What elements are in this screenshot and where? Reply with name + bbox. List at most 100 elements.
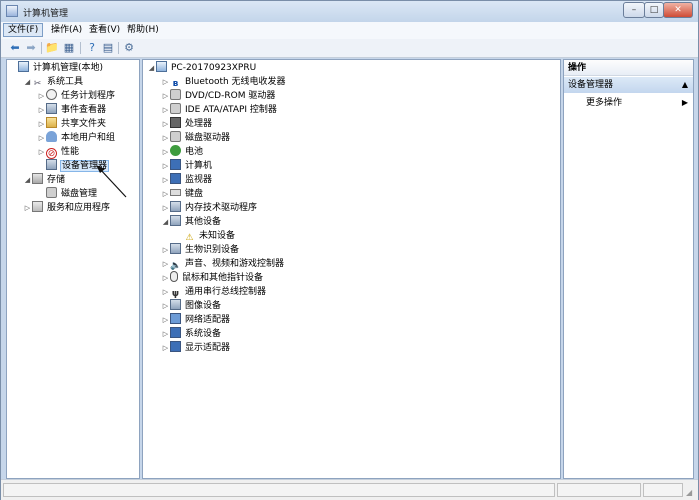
expander-icon[interactable]: ▷ [161, 159, 170, 173]
menu-file[interactable]: 文件(F) [3, 23, 44, 37]
storage-icon [32, 173, 43, 184]
up-folder-button[interactable]: 📁 [45, 41, 59, 55]
device-system[interactable]: ▷ 系统设备 [161, 327, 222, 341]
expander-icon[interactable]: ▷ [161, 243, 170, 257]
help-button[interactable]: ? [85, 41, 99, 55]
menu-help[interactable]: 帮助(H) [123, 23, 163, 37]
expander-icon[interactable]: ▷ [161, 173, 170, 187]
status-cell-main [3, 483, 555, 497]
expander-icon[interactable]: ▷ [161, 75, 170, 89]
device-dvd[interactable]: ▷ DVD/CD-ROM 驱动器 [161, 89, 276, 103]
maximize-button[interactable]: □ [644, 2, 664, 18]
toolbar-separator-1 [41, 42, 42, 54]
expander-icon[interactable]: ▷ [161, 327, 170, 341]
expander-icon[interactable]: ▷ [161, 145, 170, 159]
display-adapter-icon [170, 341, 181, 352]
expander-icon[interactable]: ◢ [23, 173, 32, 187]
actions-section-device-manager[interactable]: 设备管理器 ▲ [564, 77, 693, 93]
device-root[interactable]: ◢ PC-20170923XPRU [147, 61, 257, 75]
device-keyboard[interactable]: ▷ 键盘 [161, 187, 204, 201]
expander-icon[interactable]: ▷ [161, 103, 170, 117]
minimize-button[interactable]: – [623, 2, 645, 18]
device-memory-tech[interactable]: ▷ 内存技术驱动程序 [161, 201, 258, 215]
tree-disk-management[interactable]: 磁盘管理 [37, 187, 98, 201]
device-disk-drive[interactable]: ▷ 磁盘驱动器 [161, 131, 231, 145]
expander-icon[interactable]: ◢ [161, 215, 170, 229]
tree-services-apps[interactable]: ▷ 服务和应用程序 [23, 201, 111, 215]
back-button[interactable]: ⬅ [8, 41, 22, 55]
expander-icon[interactable]: ▷ [161, 117, 170, 131]
computer-icon [156, 61, 167, 72]
expander-icon[interactable]: ▷ [37, 131, 46, 145]
device-usb[interactable]: ▷ ψ 通用串行总线控制器 [161, 285, 267, 299]
device-item-label: PC-20170923XPRU [171, 63, 257, 73]
expander-icon[interactable]: ▷ [37, 89, 46, 103]
expander-icon[interactable]: ▷ [37, 145, 46, 159]
title-bar[interactable]: 计算机管理 – □ ✕ [1, 1, 698, 22]
processor-icon [170, 117, 181, 128]
menu-view[interactable]: 查看(V) [85, 23, 124, 37]
device-display[interactable]: ▷ 显示适配器 [161, 341, 231, 355]
properties-button[interactable]: ▤ [101, 41, 115, 55]
tree-computer-management[interactable]: 计算机管理(本地) [9, 61, 104, 75]
shared-folder-icon [46, 117, 57, 128]
console-tree-icon: ▦ [63, 41, 75, 54]
menu-action[interactable]: 操作(A) [47, 23, 86, 37]
expander-icon[interactable]: ▷ [37, 117, 46, 131]
device-processor[interactable]: ▷ 处理器 [161, 117, 213, 131]
tree-performance[interactable]: ▷ ⊘ 性能 [37, 145, 80, 159]
tree-item-label: 共享文件夹 [61, 119, 107, 129]
tree-shared-folders[interactable]: ▷ 共享文件夹 [37, 117, 107, 131]
device-item-label: 其他设备 [185, 217, 222, 227]
tree-event-viewer[interactable]: ▷ 事件查看器 [37, 103, 107, 117]
tree-storage[interactable]: ◢ 存储 [23, 173, 66, 187]
device-computer[interactable]: ▷ 计算机 [161, 159, 213, 173]
device-network[interactable]: ▷ 网络适配器 [161, 313, 231, 327]
device-bluetooth[interactable]: ▷ ʙ Bluetooth 无线电收发器 [161, 75, 287, 89]
expander-icon[interactable]: ▷ [37, 103, 46, 117]
expander-icon[interactable]: ▷ [23, 201, 32, 215]
expander-icon[interactable]: ▷ [161, 187, 170, 201]
expander-icon[interactable]: ◢ [23, 75, 32, 89]
mouse-icon [170, 271, 178, 282]
keyboard-icon [170, 189, 181, 196]
expander-icon[interactable]: ▷ [161, 299, 170, 313]
expander-icon[interactable]: ▷ [161, 89, 170, 103]
device-mouse[interactable]: ▷ 鼠标和其他指针设备 [161, 271, 264, 285]
actions-pane: 操作 设备管理器 ▲ 更多操作 ▶ [563, 59, 694, 479]
expander-icon[interactable]: ▷ [161, 131, 170, 145]
tree-task-scheduler[interactable]: ▷ 任务计划程序 [37, 89, 116, 103]
disk-management-icon [46, 187, 57, 198]
expander-icon[interactable]: ▷ [161, 285, 170, 299]
device-item-label: 未知设备 [199, 231, 236, 241]
expander-icon[interactable]: ▷ [161, 341, 170, 355]
resize-grip-icon[interactable]: ◢ [686, 488, 696, 498]
device-item-label: 计算机 [185, 161, 213, 171]
device-ide[interactable]: ▷ IDE ATA/ATAPI 控制器 [161, 103, 278, 117]
arrow-left-icon: ⬅ [10, 41, 20, 54]
tree-device-manager[interactable]: 设备管理器 [37, 159, 110, 173]
device-imaging[interactable]: ▷ 图像设备 [161, 299, 222, 313]
device-unknown[interactable]: ⚠ 未知设备 [175, 229, 236, 243]
tree-item-label: 性能 [61, 147, 80, 157]
expander-icon[interactable]: ◢ [147, 61, 156, 75]
device-biometric[interactable]: ▷ 生物识别设备 [161, 243, 240, 257]
close-button[interactable]: ✕ [663, 2, 693, 18]
tree-item-label: 系统工具 [47, 77, 84, 87]
expander-icon[interactable]: ▷ [161, 271, 170, 285]
expander-icon[interactable]: ▷ [161, 313, 170, 327]
device-battery[interactable]: ▷ 电池 [161, 145, 204, 159]
collapse-triangle-icon[interactable]: ▲ [682, 77, 688, 93]
forward-button[interactable]: ➡ [24, 41, 38, 55]
scan-hardware-button[interactable]: ⚙ [122, 41, 136, 55]
device-other[interactable]: ◢ 其他设备 [161, 215, 222, 229]
device-sound[interactable]: ▷ 🔈 声音、视频和游戏控制器 [161, 257, 285, 271]
device-monitor[interactable]: ▷ 监视器 [161, 173, 213, 187]
expander-icon[interactable]: ▷ [161, 201, 170, 215]
tree-local-users-groups[interactable]: ▷ 本地用户和组 [37, 131, 116, 145]
more-actions-link[interactable]: 更多操作 ▶ [586, 96, 688, 110]
tree-system-tools[interactable]: ◢ ✂ 系统工具 [23, 75, 84, 89]
show-hide-tree-button[interactable]: ▦ [62, 41, 76, 55]
network-icon [170, 313, 181, 324]
expander-icon[interactable]: ▷ [161, 257, 170, 271]
